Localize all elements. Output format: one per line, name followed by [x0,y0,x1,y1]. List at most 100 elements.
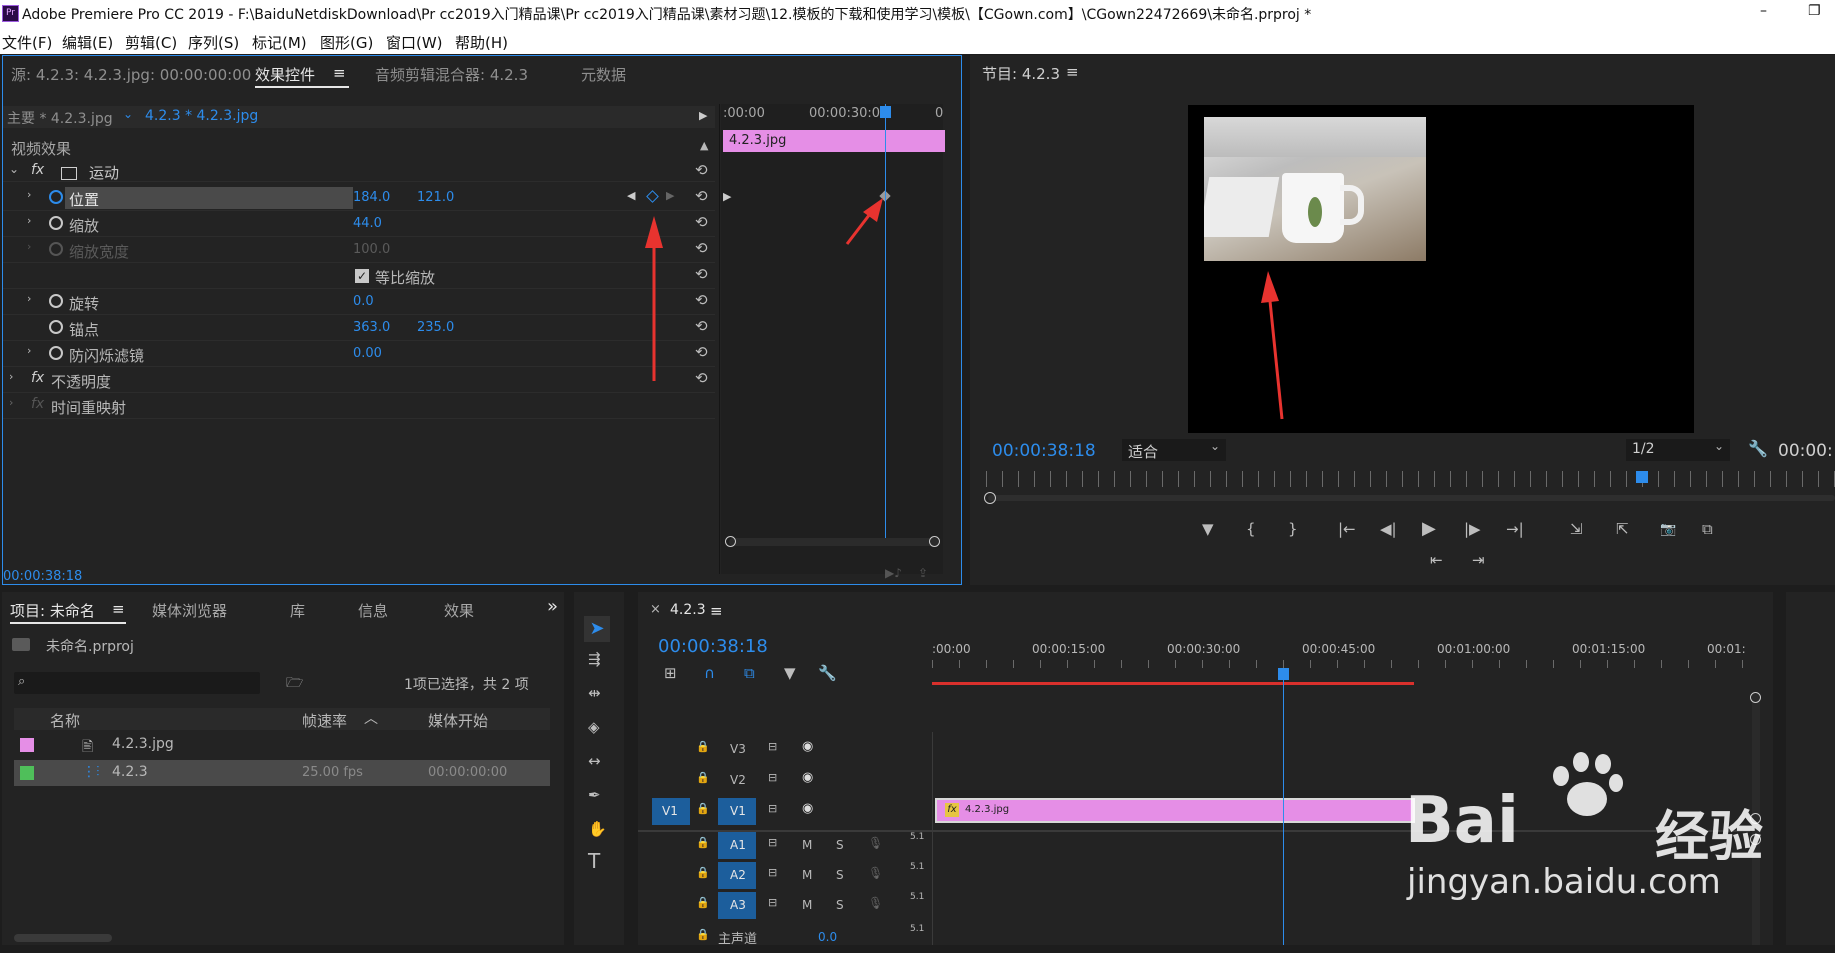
sync-lock-icon[interactable]: ⊟ [768,771,777,784]
reset-icon[interactable]: ⟲ [695,371,708,386]
prev-keyframe-icon[interactable]: ◀ [627,189,635,202]
time-ruler[interactable] [986,471,1835,487]
mute-button[interactable]: M [802,868,812,882]
mute-button[interactable]: M [802,898,812,912]
timeline-menu-icon[interactable]: ≡ [710,602,723,620]
horizontal-scrollbar[interactable] [14,934,112,942]
chevron-right-icon[interactable]: › [27,214,31,227]
ec-timecode[interactable]: 00:00:38:18 [3,569,82,584]
extract-icon[interactable]: ⇱ [1616,522,1629,537]
list-item[interactable]: ⋮⫶ 4.2.3 25.00 fps 00:00:00:00 [14,760,550,786]
nest-icon[interactable]: ⊞ [664,666,677,681]
chevron-right-icon[interactable]: › [9,396,13,409]
list-item[interactable]: 🖹 4.2.3.jpg [14,732,550,758]
transform-icon[interactable] [61,167,77,180]
label-color-swatch[interactable] [20,738,34,752]
minimize-button[interactable]: – [1760,3,1767,19]
reset-icon[interactable]: ⟲ [695,241,708,256]
reset-icon[interactable]: ⟲ [695,163,708,178]
menu-help[interactable]: 帮助(H) [455,32,508,53]
solo-button[interactable]: S [836,898,844,912]
type-tool-icon[interactable]: T [588,851,600,871]
lock-icon[interactable]: 🔒 [696,928,710,941]
solo-button[interactable]: S [836,868,844,882]
wrench-icon[interactable]: 🔧 [1748,439,1768,458]
stopwatch-icon[interactable] [49,216,63,230]
lift-icon[interactable]: ⇲ [1570,522,1583,537]
playhead-handle[interactable] [880,106,891,118]
lock-icon[interactable]: 🔒 [696,802,710,815]
playhead[interactable] [885,104,886,538]
track-name[interactable]: V2 [730,773,746,787]
reset-icon[interactable]: ⟲ [695,345,708,360]
overwrite-icon[interactable]: ⇥ [1472,553,1485,568]
master-volume[interactable]: 0.0 [818,930,837,944]
go-to-in-icon[interactable]: |← [1338,522,1356,537]
chevron-right-icon[interactable]: › [27,344,31,357]
microphone-icon[interactable]: 🎙 [868,866,883,880]
eye-icon[interactable]: ◉ [802,739,813,754]
menu-marker[interactable]: 标记(M) [252,32,307,53]
razor-tool-icon[interactable]: ◈ [588,720,600,735]
timeline-timecode[interactable]: 00:00:38:18 [658,636,768,657]
solo-button[interactable]: S [836,838,844,852]
anchor-y-value[interactable]: 235.0 [417,320,454,335]
reset-icon[interactable]: ⟲ [695,319,708,334]
stopwatch-icon[interactable] [49,320,63,334]
insert-icon[interactable]: ⇤ [1430,553,1443,568]
camera-icon[interactable]: 📷 [1660,522,1676,537]
project-menu-icon[interactable]: ≡ [112,600,125,618]
hand-tool-icon[interactable]: ✋ [588,822,607,837]
column-fps[interactable]: 帧速率 [302,710,347,731]
sync-lock-icon[interactable]: ⊟ [768,836,777,849]
search-input[interactable]: ⌕ [14,672,260,694]
program-title[interactable]: 节目: 4.2.3 [982,63,1060,84]
eye-icon[interactable]: ◉ [802,770,813,785]
ec-clip-bar[interactable]: 4.2.3.jpg [723,130,945,152]
lock-icon[interactable]: 🔒 [696,771,710,784]
menu-file[interactable]: 文件(F) [2,32,52,53]
lock-icon[interactable]: 🔒 [696,836,710,849]
chevron-down-icon[interactable]: ⌄ [9,162,19,176]
selection-tool-icon[interactable]: ➤ [584,616,610,642]
tab-project[interactable]: 项目: 未命名 [10,600,95,621]
slip-tool-icon[interactable]: ↔ [588,754,601,769]
add-keyframe-icon[interactable] [646,190,659,203]
track-select-tool-icon[interactable]: ⇶ [588,652,601,667]
scroll-handle[interactable] [725,536,736,547]
master-label[interactable]: 主要 * 4.2.3.jpg [7,108,113,128]
next-keyframe-icon[interactable]: ▶ [666,189,674,202]
snap-magnet-icon[interactable]: ∩ [704,666,715,681]
program-timecode[interactable]: 00:00:38:18 [992,441,1096,461]
zoom-bar[interactable] [988,495,1835,501]
pen-tool-icon[interactable]: ✒ [588,788,601,803]
sync-lock-icon[interactable]: ⊟ [768,740,777,753]
horizontal-scrollbar[interactable] [729,538,939,546]
mark-in-icon[interactable]: { [1246,522,1256,537]
mute-button[interactable]: M [802,838,812,852]
filter-icon[interactable]: ▶♪ [885,566,902,580]
stopwatch-icon[interactable] [49,294,63,308]
position-y-value[interactable]: 121.0 [417,190,454,205]
lock-icon[interactable]: 🔒 [696,740,710,753]
restore-button[interactable]: ❐ [1808,3,1821,19]
chevron-right-icon[interactable]: › [27,188,31,201]
sync-lock-icon[interactable]: ⊟ [768,866,777,879]
collapse-up-icon[interactable]: ▲ [700,139,708,152]
fit-dropdown[interactable]: 适合 ⌄ [1122,439,1226,461]
label-color-swatch[interactable] [20,766,34,780]
sequence-tab[interactable]: 4.2.3 [670,602,706,618]
track-name[interactable]: V3 [730,742,746,756]
play-icon[interactable]: ▶ [1422,520,1436,538]
close-tab-icon[interactable]: × [650,602,661,617]
sort-asc-icon[interactable]: ︿ [364,708,378,728]
uniform-scale-checkbox[interactable]: ✓ [355,269,369,283]
column-name[interactable]: 名称 [50,710,80,731]
menu-sequence[interactable]: 序列(S) [188,32,239,53]
video-clip[interactable]: fx 4.2.3.jpg [935,798,1415,823]
compare-icon[interactable]: ⧉ [1702,522,1713,537]
sync-lock-icon[interactable]: ⊟ [768,896,777,909]
tab-source[interactable]: 源: 4.2.3: 4.2.3.jpg: 00:00:00:00 [11,64,251,85]
chevron-right-icon[interactable]: › [27,292,31,305]
menu-graphics[interactable]: 图形(G) [320,32,373,53]
